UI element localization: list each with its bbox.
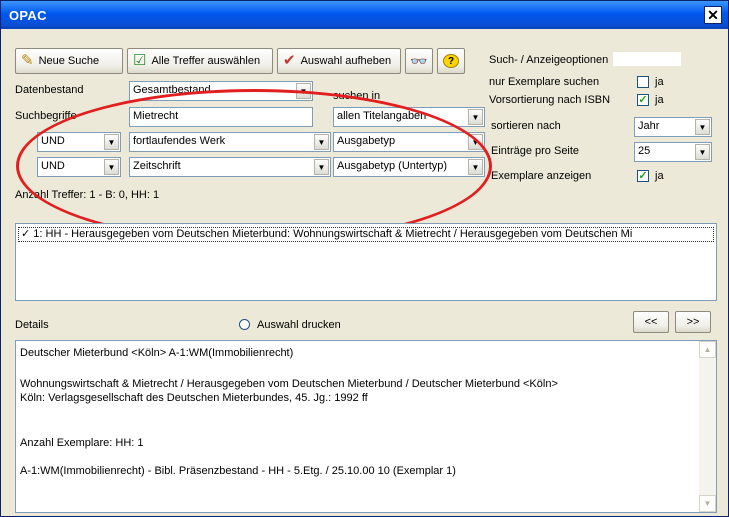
chevron-down-icon[interactable]: ▼ bbox=[695, 119, 710, 135]
result-item[interactable]: ✓ 1: HH - Herausgegeben vom Deutschen Mi… bbox=[18, 227, 714, 242]
search-term-2-value: fortlaufendes Werk bbox=[133, 135, 226, 147]
chevron-down-icon[interactable]: ▼ bbox=[314, 159, 329, 175]
chevron-down-icon[interactable]: ▼ bbox=[468, 134, 483, 150]
next-button[interactable]: >> bbox=[675, 311, 711, 333]
search-field-3-select[interactable]: Ausgabetyp (Untertyp) ▼ bbox=[333, 157, 485, 177]
details-scrollbar[interactable]: ▲ ▼ bbox=[699, 341, 716, 512]
suchen-in-label: suchen in bbox=[333, 90, 381, 102]
search-field-2-select[interactable]: Ausgabetyp ▼ bbox=[333, 132, 485, 152]
search-term-2-select[interactable]: fortlaufendes Werk ▼ bbox=[129, 132, 331, 152]
help-button[interactable]: ? bbox=[437, 48, 465, 74]
options-header: Such- / Anzeigeoptionen bbox=[489, 54, 609, 66]
clear-selection-label: Auswahl aufheben bbox=[300, 55, 392, 67]
client-area: ✎ Neue Suche ☑ Alle Treffer auswählen ✔ … bbox=[5, 33, 724, 513]
window-title: OPAC bbox=[9, 8, 47, 23]
binoculars-icon: 👓 bbox=[410, 52, 428, 69]
search-term-3-select[interactable]: Zeitschrift ▼ bbox=[129, 157, 331, 177]
new-search-label: Neue Suche bbox=[38, 55, 100, 67]
search-term-3-value: Zeitschrift bbox=[133, 160, 181, 172]
show-copies-label: Exemplare anzeigen bbox=[491, 170, 592, 182]
details-line-5: A-1:WM(Immobilienrecht) - Bibl. Präsenzb… bbox=[20, 465, 456, 477]
datenbestand-select[interactable]: Gesamtbestand ▼ bbox=[129, 81, 313, 101]
chevron-down-icon[interactable]: ▼ bbox=[296, 83, 311, 99]
operator-3-value: UND bbox=[41, 160, 65, 172]
scroll-down-icon[interactable]: ▼ bbox=[699, 495, 716, 512]
datenbestand-label: Datenbestand bbox=[15, 84, 84, 96]
per-page-label: Einträge pro Seite bbox=[491, 145, 580, 157]
select-all-label: Alle Treffer auswählen bbox=[151, 55, 261, 67]
scroll-up-icon[interactable]: ▲ bbox=[699, 341, 716, 358]
operator-2-value: UND bbox=[41, 135, 65, 147]
search-field-1-value: allen Titelangaben bbox=[337, 110, 427, 122]
suchbegriffe-label: Suchbegriffe bbox=[15, 110, 77, 122]
chevron-down-icon[interactable]: ▼ bbox=[104, 159, 119, 175]
presort-label: Vorsortierung nach ISBN bbox=[489, 94, 611, 106]
operator-3-select[interactable]: UND ▼ bbox=[37, 157, 121, 177]
details-line-1: Deutscher Mieterbund <Köln> A-1:WM(Immob… bbox=[20, 347, 294, 359]
datenbestand-value: Gesamtbestand bbox=[133, 84, 211, 96]
chevron-down-icon[interactable]: ▼ bbox=[104, 134, 119, 150]
opac-window: OPAC ✕ ✎ Neue Suche ☑ Alle Treffer auswä… bbox=[0, 0, 729, 517]
details-line-2: Wohnungswirtschaft & Mietrecht / Herausg… bbox=[20, 378, 558, 390]
operator-2-select[interactable]: UND ▼ bbox=[37, 132, 121, 152]
details-line-3: Köln: Verlagsgesellschaft des Deutschen … bbox=[20, 392, 368, 404]
chevron-down-icon[interactable]: ▼ bbox=[468, 159, 483, 175]
copies-only-checkbox[interactable] bbox=[637, 76, 649, 88]
show-copies-checkbox[interactable]: ✓ bbox=[637, 170, 649, 182]
help-icon: ? bbox=[443, 54, 459, 68]
details-textbox[interactable]: Deutscher Mieterbund <Köln> A-1:WM(Immob… bbox=[15, 340, 717, 513]
previous-button[interactable]: << bbox=[633, 311, 669, 333]
sort-label: sortieren nach bbox=[491, 120, 561, 132]
per-page-select[interactable]: 25 ▼ bbox=[634, 142, 712, 162]
results-list[interactable]: ✓ 1: HH - Herausgegeben vom Deutschen Mi… bbox=[15, 223, 717, 301]
checkmark-icon: ✔ bbox=[283, 52, 296, 69]
per-page-value: 25 bbox=[638, 145, 651, 157]
print-selection-radio[interactable] bbox=[239, 319, 250, 330]
close-button[interactable]: ✕ bbox=[704, 6, 722, 24]
presort-value: ja bbox=[655, 94, 664, 106]
title-bar: OPAC ✕ bbox=[1, 1, 728, 29]
sort-value: Jahr bbox=[638, 120, 660, 132]
clear-selection-button[interactable]: ✔ Auswahl aufheben bbox=[277, 48, 401, 74]
copies-only-label: nur Exemplare suchen bbox=[489, 76, 600, 88]
chevron-down-icon[interactable]: ▼ bbox=[314, 134, 329, 150]
options-header-field bbox=[613, 52, 681, 66]
print-selection-label: Auswahl drucken bbox=[257, 319, 341, 331]
hit-count: Anzahl Treffer: 1 - B: 0, HH: 1 bbox=[15, 189, 160, 201]
broom-icon: ✎ bbox=[21, 52, 34, 69]
details-line-4: Anzahl Exemplare: HH: 1 bbox=[20, 437, 144, 449]
presort-checkbox[interactable]: ✓ bbox=[637, 94, 649, 106]
search-field-3-value: Ausgabetyp (Untertyp) bbox=[337, 160, 448, 172]
chevron-down-icon[interactable]: ▼ bbox=[695, 144, 710, 160]
search-field-2-value: Ausgabetyp bbox=[337, 135, 396, 147]
sort-select[interactable]: Jahr ▼ bbox=[634, 117, 712, 137]
show-copies-value: ja bbox=[655, 170, 664, 182]
binoculars-button[interactable]: 👓 bbox=[405, 48, 433, 74]
select-all-button[interactable]: ☑ Alle Treffer auswählen bbox=[127, 48, 273, 74]
details-label: Details bbox=[15, 319, 49, 331]
search-term-1-input[interactable]: Mietrecht bbox=[129, 107, 313, 127]
chevron-down-icon[interactable]: ▼ bbox=[468, 109, 483, 125]
checklist-icon: ☑ bbox=[133, 52, 147, 69]
new-search-button[interactable]: ✎ Neue Suche bbox=[15, 48, 123, 74]
search-field-1-select[interactable]: allen Titelangaben ▼ bbox=[333, 107, 485, 127]
copies-only-value: ja bbox=[655, 76, 664, 88]
